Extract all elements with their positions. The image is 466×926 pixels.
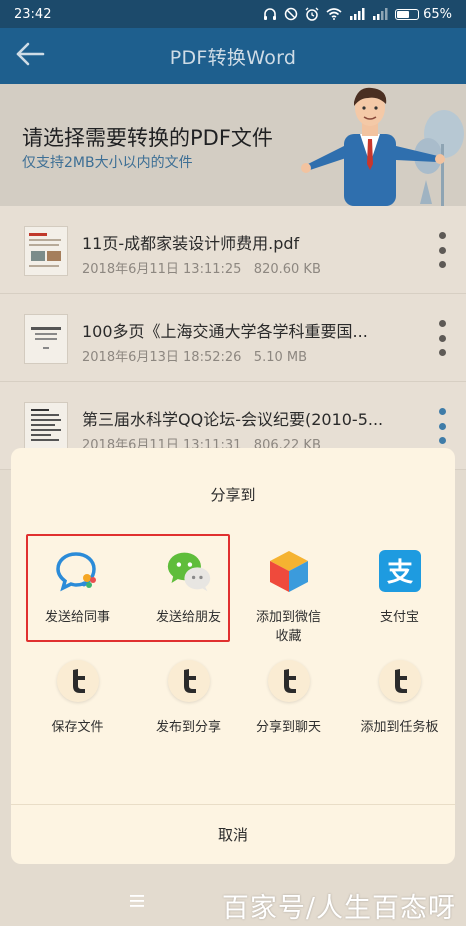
status-time: 23:42 [14,6,52,22]
file-name: 11页-成都家装设计师费用.pdf [82,234,300,253]
app-header: PDF转换Word [0,28,466,84]
file-row[interactable]: 11页-成都家装设计师费用.pdf 2018年6月11日 13:11:25 82… [0,206,466,294]
battery-fill [397,10,410,18]
t-app-icon [55,658,101,704]
status-bar: 23:42 65% [0,0,466,28]
work-chat-icon [55,548,101,594]
share-option-share-to-chat[interactable]: 分享到聊天 [233,658,344,737]
signal-icon [349,8,365,20]
share-option-label: 发送给同事 [44,610,110,625]
arrow-left-icon [15,42,45,70]
businessman-illustration [301,87,464,206]
signal-icon-2 [372,8,388,20]
favorites-cube-icon [266,548,312,594]
file-name: 100多页《上海交通大学各学科重要国... [82,322,368,341]
banner-title: 请选择需要转换的PDF文件 [22,126,273,150]
pdf-thumbnail [24,226,68,276]
alipay-icon: 支 [377,548,423,594]
share-sheet-title: 分享到 [210,486,256,504]
battery-percent: 65% [423,6,452,22]
pdf-thumbnail [24,314,68,364]
share-option-label: 发布到分享 [155,720,221,735]
wifi-icon [326,8,342,20]
alarm-icon [305,7,319,21]
share-option-alipay[interactable]: 支 支付宝 [344,548,455,627]
status-icons: 65% [263,7,452,22]
more-options-icon[interactable] [434,408,450,444]
share-option-publish-share[interactable]: 发布到分享 [133,658,244,737]
share-option-label: 保存文件 [51,720,104,735]
share-option-label: 添加到微信收藏 [255,610,321,644]
file-list: 11页-成都家装设计师费用.pdf 2018年6月11日 13:11:25 82… [0,206,466,470]
svg-text:支: 支 [386,558,412,588]
battery-icon [395,8,420,20]
t-app-icon [166,658,212,704]
t-app-icon [377,658,423,704]
share-option-label: 添加到任务板 [360,720,439,735]
share-option-label: 分享到聊天 [255,720,321,735]
bottom-navigation: 百家号/人生百态呀 [0,876,466,926]
share-option-wechat-friend[interactable]: 发送给朋友 [133,548,244,627]
do-not-disturb-icon [284,7,298,21]
share-option-wechat-favorites[interactable]: 添加到微信收藏 [233,548,344,646]
share-sheet: 分享到 发送给同事 发送给朋友 添加到微信收藏 支 支付宝 保存文件 发布到分享… [11,448,455,864]
file-meta: 2018年6月13日 18:52:26 5.10 MB [82,350,308,365]
share-option-work-colleague[interactable]: 发送给同事 [22,548,133,627]
watermark: 百家号/人生百态呀 [221,893,456,924]
share-option-label: 发送给朋友 [155,610,221,625]
battery-indicator: 65% [395,7,452,22]
share-option-add-to-taskboard[interactable]: 添加到任务板 [344,658,455,737]
more-options-icon[interactable] [434,320,450,356]
file-meta: 2018年6月11日 13:11:25 820.60 KB [82,262,321,277]
banner: 请选择需要转换的PDF文件 仅支持2MB大小以内的文件 [0,84,466,206]
file-row[interactable]: 100多页《上海交通大学各学科重要国... 2018年6月13日 18:52:2… [0,294,466,382]
share-option-save-file[interactable]: 保存文件 [22,658,133,737]
menu-icon[interactable] [128,893,146,912]
cancel-button[interactable]: 取消 [11,805,455,864]
share-option-label: 支付宝 [379,610,419,625]
back-button[interactable] [10,36,50,76]
pdf-thumbnail [24,402,68,452]
file-name: 第三届水科学QQ论坛-会议纪要(2010-5... [82,410,384,429]
headphones-icon [263,7,277,21]
banner-subtitle: 仅支持2MB大小以内的文件 [22,155,193,171]
more-options-icon[interactable] [434,232,450,268]
wechat-icon [166,548,212,594]
page-title: PDF转换Word [169,46,297,69]
t-app-icon [266,658,312,704]
